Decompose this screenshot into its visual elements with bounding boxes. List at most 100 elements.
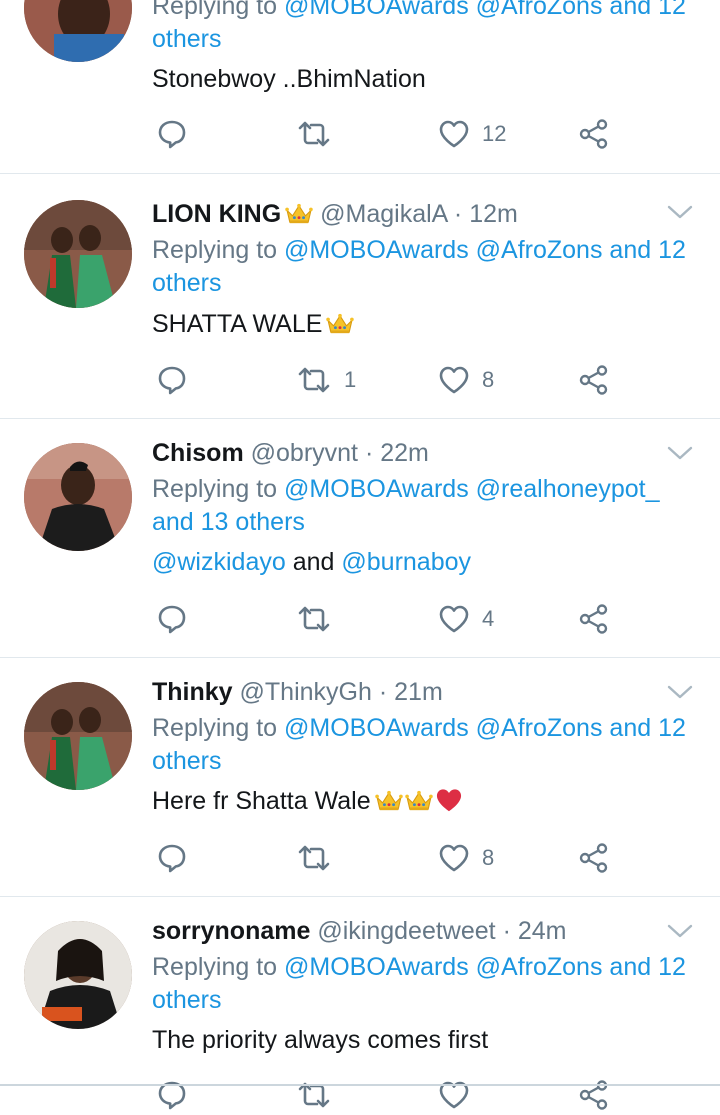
chevron-down-icon[interactable] bbox=[666, 921, 694, 941]
reply-button[interactable] bbox=[156, 1075, 188, 1115]
tweet-actions: 12 bbox=[152, 114, 632, 154]
username[interactable]: @MagikalA bbox=[320, 200, 447, 228]
reply-icon bbox=[156, 603, 188, 635]
reply-prefix: Replying to bbox=[152, 714, 278, 742]
share-icon bbox=[578, 842, 610, 874]
display-name[interactable]: Chisom bbox=[152, 439, 244, 467]
reply-button[interactable] bbox=[156, 114, 188, 154]
reply-context: Replying to @MOBOAwards @realhoneypot_ a… bbox=[152, 473, 707, 539]
chevron-down-icon[interactable] bbox=[666, 682, 694, 702]
crown-emoji bbox=[405, 790, 433, 812]
reply-others[interactable]: others bbox=[152, 986, 221, 1014]
bottom-divider bbox=[0, 1084, 720, 1086]
reply-others[interactable]: others bbox=[152, 269, 221, 297]
like-icon bbox=[438, 118, 470, 150]
tweet-header: sorrynoname @ikingdeetweet · 24m bbox=[152, 915, 566, 947]
tweet-text: Stonebwoy ..BhimNation bbox=[152, 65, 426, 93]
like-button[interactable]: 4 bbox=[438, 599, 494, 639]
tweet-card[interactable]: Thinky @ThinkyGh · 21m Replying to @MOBO… bbox=[0, 658, 720, 896]
tweet-text: Here fr Shatta Wale bbox=[152, 785, 707, 818]
like-button[interactable]: 8 bbox=[438, 838, 494, 878]
retweet-button[interactable] bbox=[296, 599, 332, 639]
reply-mentions[interactable]: @MOBOAwards @AfroZons and 12 bbox=[284, 953, 686, 981]
reply-mentions[interactable]: @MOBOAwards @AfroZons and 12 bbox=[284, 236, 686, 264]
crown-emoji bbox=[326, 313, 354, 335]
retweet-button[interactable] bbox=[296, 114, 332, 154]
reply-prefix: Replying to bbox=[152, 236, 278, 264]
tweet-card[interactable]: Replying to @MOBOAwards @AfroZons and 12… bbox=[0, 0, 720, 172]
retweet-button[interactable] bbox=[296, 1075, 332, 1115]
separator-dot: · bbox=[502, 917, 511, 945]
reply-mentions[interactable]: @MOBOAwards @AfroZons and 12 bbox=[284, 714, 686, 742]
reply-prefix: Replying to bbox=[152, 953, 278, 981]
share-button[interactable] bbox=[578, 114, 610, 154]
display-name[interactable]: sorrynoname bbox=[152, 917, 310, 945]
reply-others[interactable]: and 13 others bbox=[152, 508, 305, 536]
like-icon bbox=[438, 842, 470, 874]
username[interactable]: @obryvnt bbox=[251, 439, 358, 467]
reply-icon bbox=[156, 364, 188, 396]
reply-button[interactable] bbox=[156, 599, 188, 639]
timestamp[interactable]: 22m bbox=[380, 439, 429, 467]
share-icon bbox=[578, 118, 610, 150]
timeline-feed: Replying to @MOBOAwards @AfroZons and 12… bbox=[0, 0, 720, 1090]
retweet-button[interactable]: 1 bbox=[296, 360, 356, 400]
avatar[interactable] bbox=[24, 200, 132, 308]
tweet-text: SHATTA WALE bbox=[152, 308, 707, 341]
mention-link[interactable]: @wizkidayo bbox=[152, 548, 286, 576]
username[interactable]: @ikingdeetweet bbox=[317, 917, 495, 945]
avatar[interactable] bbox=[24, 921, 132, 1029]
timestamp[interactable]: 24m bbox=[518, 917, 567, 945]
retweet-icon bbox=[296, 603, 332, 635]
like-button[interactable]: 12 bbox=[438, 114, 506, 154]
share-button[interactable] bbox=[578, 599, 610, 639]
retweet-icon bbox=[296, 842, 332, 874]
separator-dot: · bbox=[453, 200, 463, 228]
share-button[interactable] bbox=[578, 360, 610, 400]
tweet-text-content: and bbox=[292, 548, 335, 576]
tweet-actions: 4 bbox=[152, 599, 632, 639]
reply-others[interactable]: others bbox=[152, 747, 221, 775]
red-heart-emoji bbox=[435, 787, 463, 813]
tweet-card[interactable]: sorrynoname @ikingdeetweet · 24m Replyin… bbox=[0, 897, 720, 1090]
display-name[interactable]: Thinky bbox=[152, 678, 233, 706]
tweet-text: @wizkidayo and @burnaboy bbox=[152, 546, 707, 579]
reply-others[interactable]: others bbox=[152, 25, 221, 53]
reply-button[interactable] bbox=[156, 360, 188, 400]
reply-context: Replying to @MOBOAwards @AfroZons and 12… bbox=[152, 951, 707, 1017]
reply-icon bbox=[156, 118, 188, 150]
chevron-down-icon[interactable] bbox=[666, 443, 694, 463]
chevron-down-icon[interactable] bbox=[666, 202, 694, 222]
mention-link[interactable]: @burnaboy bbox=[341, 548, 471, 576]
like-button[interactable]: 8 bbox=[438, 360, 494, 400]
share-button[interactable] bbox=[578, 1075, 610, 1115]
timestamp[interactable]: 21m bbox=[394, 678, 443, 706]
avatar[interactable] bbox=[24, 443, 132, 551]
avatar[interactable] bbox=[24, 682, 132, 790]
like-button[interactable] bbox=[438, 1075, 470, 1115]
reply-context: Replying to @MOBOAwards @AfroZons and 12… bbox=[152, 234, 707, 300]
username[interactable]: @ThinkyGh bbox=[240, 678, 372, 706]
reply-mentions[interactable]: @MOBOAwards @AfroZons and 12 bbox=[284, 0, 686, 20]
reply-mentions[interactable]: @MOBOAwards @realhoneypot_ bbox=[284, 475, 659, 503]
tweet-actions: 1 8 bbox=[152, 360, 632, 400]
reply-context: Replying to @MOBOAwards @AfroZons and 12… bbox=[152, 0, 707, 56]
reply-context: Replying to @MOBOAwards @AfroZons and 12… bbox=[152, 712, 707, 778]
timestamp[interactable]: 12m bbox=[469, 200, 518, 228]
tweet-card[interactable]: Chisom @obryvnt · 22m Replying to @MOBOA… bbox=[0, 419, 720, 657]
like-icon bbox=[438, 603, 470, 635]
avatar[interactable] bbox=[24, 0, 132, 62]
reply-icon bbox=[156, 842, 188, 874]
like-icon bbox=[438, 364, 470, 396]
tweet-card[interactable]: LION KING @MagikalA · 12m Replying to @M… bbox=[0, 174, 720, 418]
reply-button[interactable] bbox=[156, 838, 188, 878]
tweet-text: The priority always comes first bbox=[152, 1026, 489, 1054]
share-icon bbox=[578, 364, 610, 396]
retweet-button[interactable] bbox=[296, 838, 332, 878]
retweet-icon bbox=[296, 118, 332, 150]
separator-dot: · bbox=[378, 678, 388, 706]
display-name[interactable]: LION KING bbox=[152, 200, 281, 228]
retweet-count: 1 bbox=[344, 367, 357, 392]
share-button[interactable] bbox=[578, 838, 610, 878]
like-count: 8 bbox=[482, 367, 495, 392]
